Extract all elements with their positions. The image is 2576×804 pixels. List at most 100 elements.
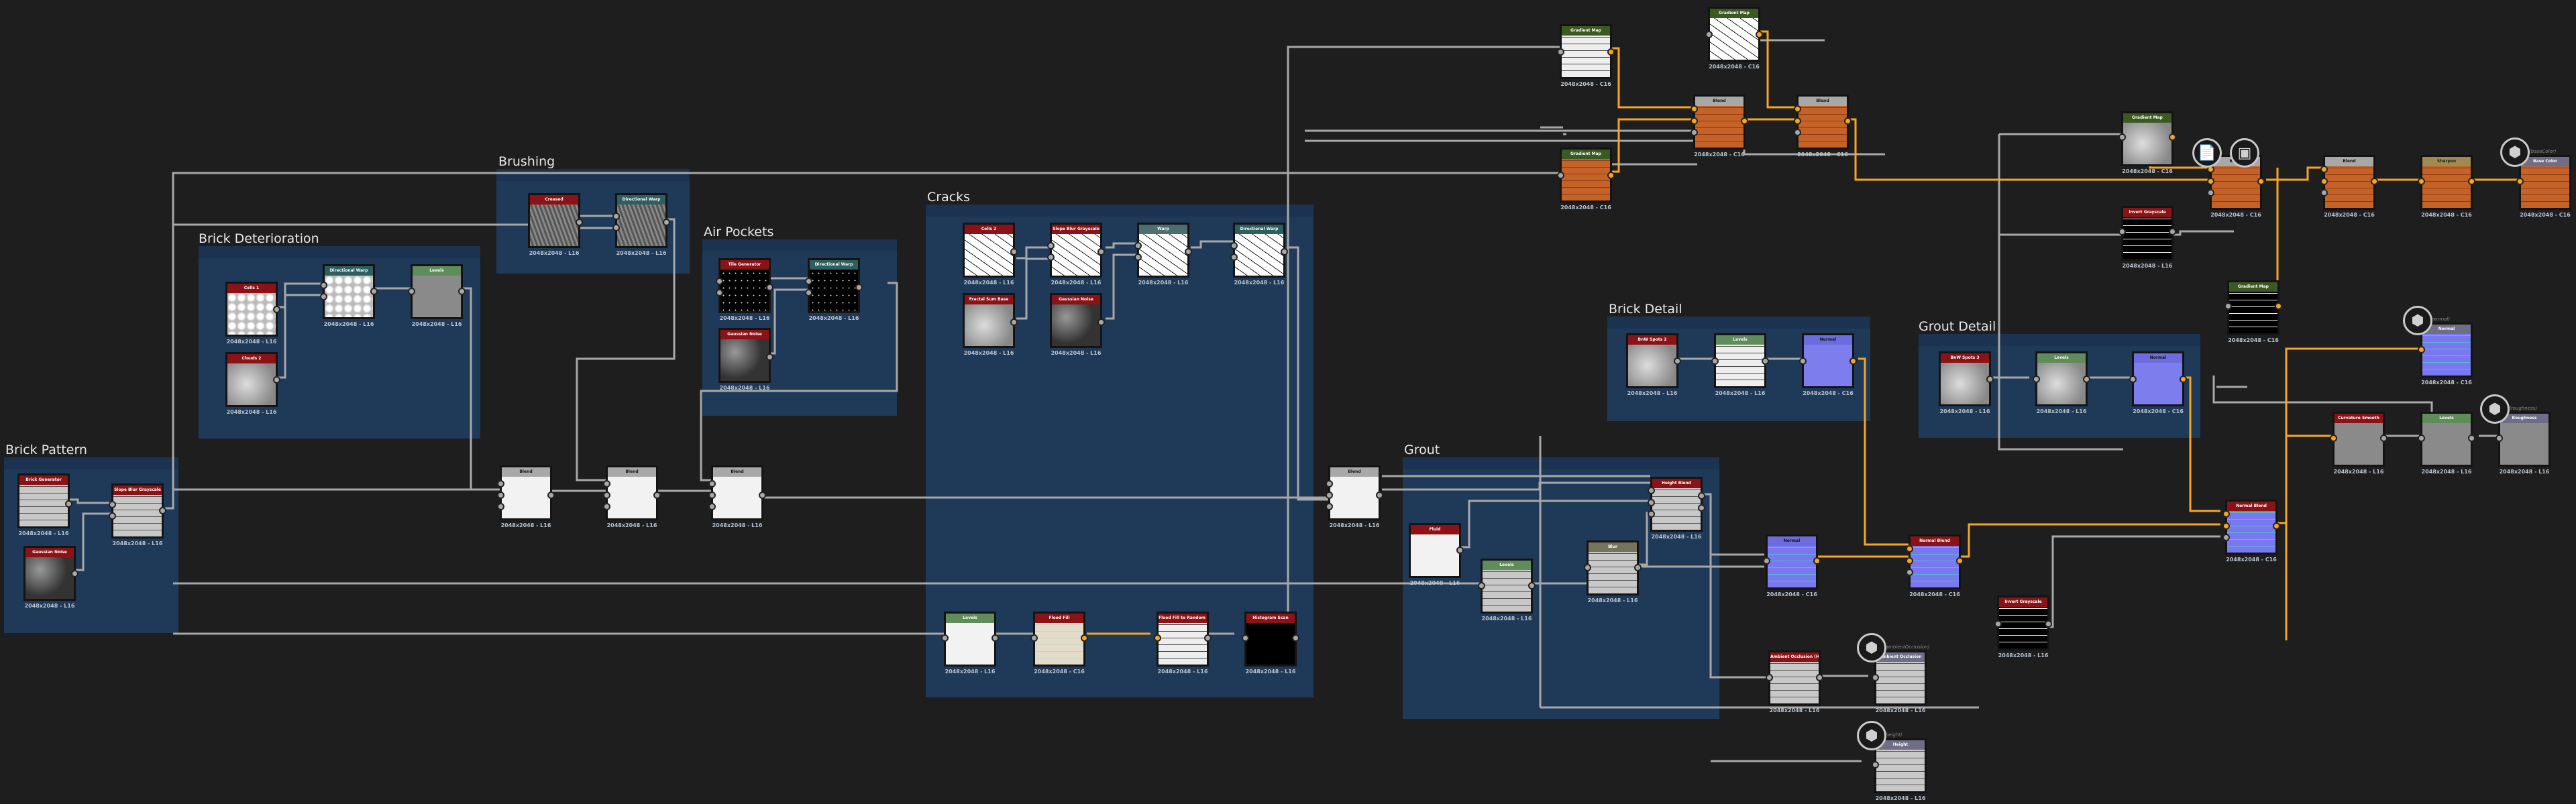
input-port[interactable] [497,503,504,510]
input-port[interactable] [1994,620,2002,628]
input-port[interactable] [1648,487,1655,494]
output-port[interactable] [159,507,166,514]
node-blend[interactable]: Blend 2048x2048 - C16 [1690,95,1748,158]
output-port[interactable] [1081,634,1088,642]
output-port[interactable] [1281,248,1288,255]
input-port[interactable] [2516,178,2524,185]
input-port[interactable] [1799,357,1807,365]
node-gradient-map[interactable]: Gradient Map 2048x2048 - C16 [2118,111,2176,174]
output-port[interactable] [1204,634,1212,642]
output-port[interactable] [991,634,999,642]
output-cube-icon[interactable]: ⬢ [1857,721,1886,750]
node-blend[interactable]: Blend 2048x2048 - L16 [603,465,661,528]
input-port[interactable] [716,278,723,285]
output-port[interactable] [663,219,670,226]
output-port[interactable] [273,306,280,313]
input-port[interactable] [603,480,610,487]
node-slope-blur-grayscale[interactable]: Slope Blur Grayscale 2048x2048 - L16 [109,483,166,547]
input-port[interactable] [805,289,812,296]
input-port[interactable] [1326,492,1333,499]
input-port[interactable] [1766,674,1773,681]
node-gradient-map[interactable]: Gradient Map 2048x2048 - C16 [1705,7,1763,70]
input-port[interactable] [708,492,716,499]
output-port[interactable] [547,492,555,499]
output-cube-icon[interactable]: ⬢ [2500,137,2530,167]
node-gaussian-noise[interactable]: Gaussian Noise 2048x2048 - L16 [718,328,773,391]
node-blend[interactable]: Blend 2048x2048 - C16 [1794,95,1851,158]
node-directional-warp[interactable]: Directional Warp 2048x2048 - L16 [1230,223,1288,286]
node-slope-blur-grayscale[interactable]: Slope Blur Grayscale 2048x2048 - L16 [1047,223,1105,286]
output-port[interactable] [1292,634,1299,642]
output-port[interactable] [1813,557,1821,565]
node-levels[interactable]: Levels 2048x2048 - L16 [941,612,999,675]
output-port[interactable] [273,376,280,384]
output-port[interactable] [1756,31,1763,38]
input-port[interactable] [2118,228,2126,235]
node-blur[interactable]: Blur 2048x2048 - L16 [1584,540,1642,604]
node-blend[interactable]: Blend 2048x2048 - L16 [1326,465,1383,528]
output-port[interactable] [1849,357,1857,365]
output-port[interactable] [2083,376,2090,383]
input-port[interactable] [1794,129,1801,136]
node-fluid[interactable]: Fluid 2048x2048 - L16 [1409,523,1464,586]
node-normal-blend[interactable]: Normal Blend 2048x2048 - C16 [1906,534,1964,597]
input-port[interactable] [2222,534,2230,541]
input-port[interactable] [1584,564,1591,571]
input-port[interactable] [612,213,620,220]
output-port[interactable] [65,500,72,508]
output-port[interactable] [1698,492,1705,500]
input-port[interactable] [1154,634,1161,642]
output-port[interactable] [2169,133,2176,141]
input-port[interactable] [109,501,116,508]
output-port[interactable] [2380,435,2387,442]
node-levels[interactable]: Levels 2048x2048 - L16 [408,264,466,327]
output-port[interactable] [1456,547,1464,554]
output-port[interactable] [1816,674,1823,681]
input-port[interactable] [2207,178,2214,185]
output-port[interactable] [2275,302,2282,310]
output-port[interactable] [855,284,863,291]
node-histogram-scan[interactable]: Histogram Scan 2048x2048 - L16 [1242,612,1299,675]
output-port[interactable] [1956,557,1964,565]
input-port[interactable] [1557,172,1564,179]
node-sharpen[interactable]: Sharpen 2048x2048 - C16 [2418,155,2475,218]
input-port[interactable] [1794,105,1801,113]
node-blend[interactable]: Blend 2048x2048 - L16 [497,465,555,528]
node-gradient-map[interactable]: Gradient Map 2048x2048 - C16 [1557,148,1615,211]
node-output-base-color[interactable]: Base Color 2048x2048 - C16 [2516,155,2571,218]
node-tile-generator[interactable]: Tile Generator 2048x2048 - L16 [716,258,773,321]
output-cube-icon[interactable]: ⬢ [1857,633,1886,663]
input-port[interactable] [1242,634,1249,642]
node-fractal-sum-base[interactable]: Fractal Sum Base 2048x2048 - L16 [963,293,1018,356]
input-port[interactable] [1557,48,1564,56]
output-cube-icon[interactable]: ⬢ [2480,394,2510,424]
output-port[interactable] [2468,435,2475,442]
input-port[interactable] [1134,253,1142,261]
output-port[interactable] [1762,357,1769,365]
output-cube-icon[interactable]: ⬢ [2403,306,2432,335]
input-port[interactable] [1690,129,1698,136]
node-gaussian-noise[interactable]: Gaussian Noise 2048x2048 - L16 [1050,293,1105,356]
input-port[interactable] [805,278,812,285]
input-port[interactable] [2222,522,2230,530]
input-port[interactable] [1230,242,1238,249]
input-port[interactable] [1794,117,1801,125]
input-port[interactable] [1690,105,1698,113]
node-directional-warp[interactable]: Directional Warp 2048x2048 - L16 [320,264,378,327]
output-port[interactable] [576,219,583,226]
input-port[interactable] [716,289,723,296]
output-port[interactable] [2257,178,2265,185]
node-normal-blend[interactable]: Normal Blend 2048x2048 - C16 [2222,500,2280,563]
node-blend[interactable]: Blend 2048x2048 - L16 [708,465,766,528]
node-output-height[interactable]: Height 2048x2048 - L16 [1872,738,1927,801]
preview-checker-icon[interactable]: ▣ [2230,138,2259,168]
input-port[interactable] [109,512,116,520]
input-port[interactable] [1478,582,1485,589]
input-port[interactable] [1906,557,1913,565]
output-port[interactable] [458,288,466,295]
node-flood-fill[interactable]: Flood Fill 2048x2048 - C16 [1030,612,1088,675]
input-port[interactable] [612,224,620,231]
output-port[interactable] [1185,248,1192,255]
input-port[interactable] [1872,761,1879,768]
input-port[interactable] [1326,480,1333,487]
